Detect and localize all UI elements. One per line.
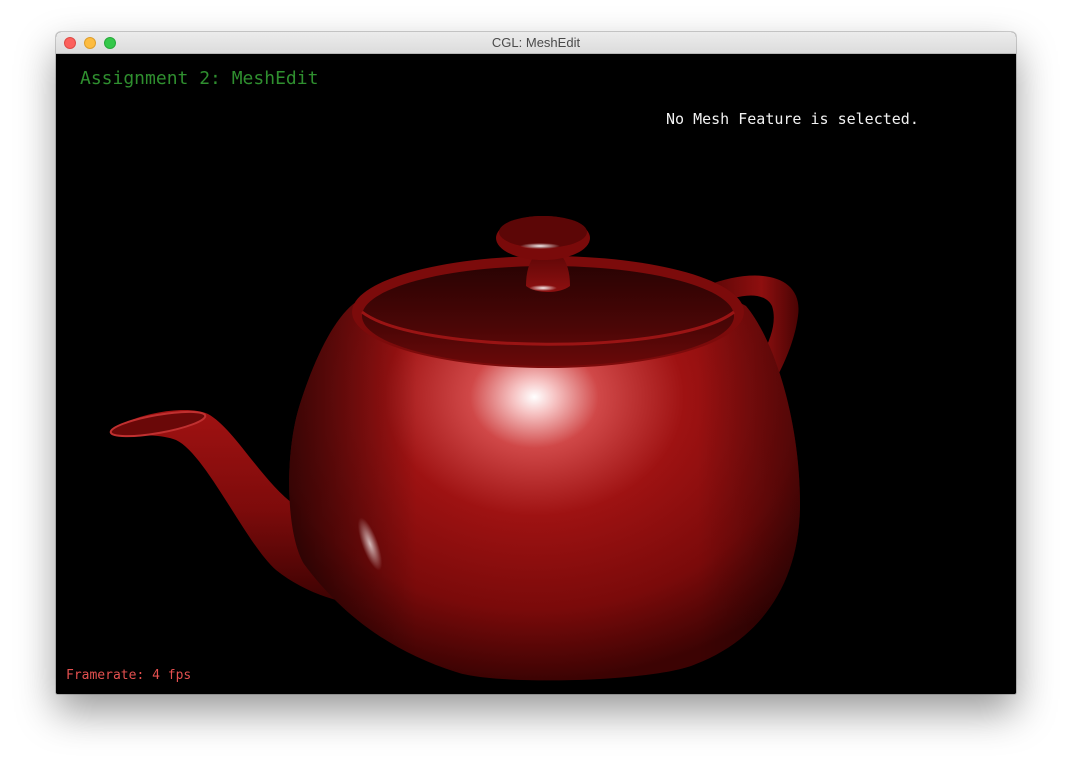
render-viewport[interactable]: Assignment 2: MeshEdit No Mesh Feature i… [56,54,1016,694]
app-heading: Assignment 2: MeshEdit [80,68,319,89]
selection-status: No Mesh Feature is selected. [666,110,919,128]
app-window: CGL: MeshEdit Assignment 2: MeshEdit No … [56,32,1016,694]
title-bar[interactable]: CGL: MeshEdit [56,32,1016,54]
teapot-render[interactable] [56,54,1016,694]
window-title: CGL: MeshEdit [491,35,581,50]
framerate-readout: Framerate: 4 fps [66,668,192,683]
